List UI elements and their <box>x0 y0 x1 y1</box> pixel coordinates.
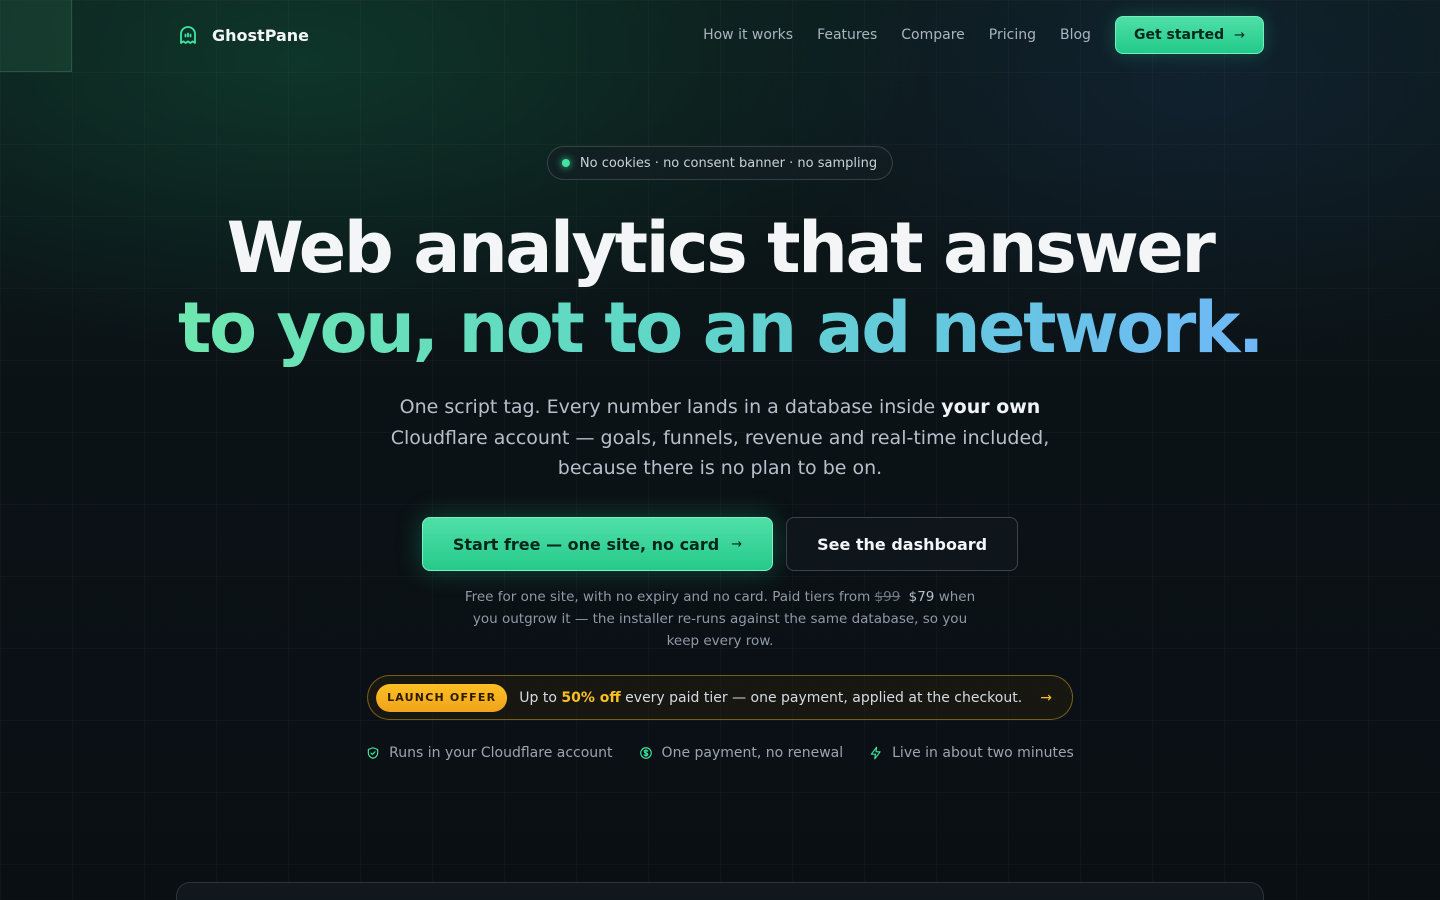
brand-name: GhostPane <box>212 25 310 45</box>
old-price: $99 <box>874 589 901 605</box>
hero-headline: Web analytics that answer to you, not to… <box>0 208 1440 368</box>
hero-subtitle: One script tag. Every number lands in a … <box>390 392 1050 484</box>
trust-label-setup: Live in about two minutes <box>892 745 1074 761</box>
cta-row: Start free — one site, no card → See the… <box>0 517 1440 571</box>
subtitle-part-1: One script tag. Every number lands in a … <box>399 396 942 418</box>
trust-item-setup: Live in about two minutes <box>869 745 1074 761</box>
privacy-pill-text: No cookies · no consent banner · no samp… <box>579 155 878 171</box>
trust-label-cloudflare: Runs in your Cloudflare account <box>389 745 613 761</box>
trust-label-payment: One payment, no renewal <box>661 745 844 761</box>
see-dashboard-button[interactable]: See the dashboard <box>786 517 1019 571</box>
headline-line-2: to you, not to an ad network. <box>178 287 1264 369</box>
fine-print-part-1: Free for one site, with no expiry and no… <box>464 589 875 605</box>
nav-link-how-it-works[interactable]: How it works <box>703 27 793 43</box>
headline-line-1: Web analytics that answer <box>226 207 1216 289</box>
top-nav: GhostPane How it works Features Compare … <box>176 16 1264 54</box>
dollar-circle-icon <box>639 747 652 759</box>
start-free-button[interactable]: Start free — one site, no card → <box>421 517 774 571</box>
arrow-right-icon: → <box>731 536 743 552</box>
get-started-button[interactable]: Get started → <box>1114 16 1264 54</box>
pricing-fine-print: Free for one site, with no expiry and no… <box>460 586 980 652</box>
status-dot-icon <box>561 159 570 167</box>
lightning-icon <box>870 746 881 760</box>
new-price: $79 <box>908 589 935 605</box>
offer-highlight: 50% off <box>561 689 621 706</box>
subtitle-part-2: Cloudflare account — goals, funnels, rev… <box>390 426 1050 480</box>
offer-text-before: Up to <box>519 689 562 706</box>
arrow-right-icon: → <box>1234 27 1245 43</box>
launch-offer-banner[interactable]: LAUNCH OFFER Up to 50% off every paid ti… <box>367 675 1073 720</box>
ghost-icon <box>176 23 200 47</box>
privacy-pill: No cookies · no consent banner · no samp… <box>546 146 894 180</box>
subtitle-bold: your own <box>941 396 1041 418</box>
trust-item-payment: One payment, no renewal <box>639 745 844 761</box>
brand[interactable]: GhostPane <box>176 23 309 47</box>
corner-decoration <box>0 0 72 72</box>
dashboard-preview-card <box>176 882 1264 900</box>
nav-link-features[interactable]: Features <box>817 27 877 43</box>
offer-text: Up to 50% off every paid tier — one paym… <box>519 690 1022 706</box>
shield-check-icon <box>367 747 379 759</box>
nav-link-pricing[interactable]: Pricing <box>989 27 1036 43</box>
nav-link-compare[interactable]: Compare <box>901 27 965 43</box>
start-free-label: Start free — one site, no card <box>452 534 720 554</box>
offer-text-after: every paid tier — one payment, applied a… <box>620 689 1023 706</box>
arrow-right-icon: → <box>1040 689 1052 706</box>
launch-offer-badge: LAUNCH OFFER <box>376 683 508 712</box>
trust-item-cloudflare: Runs in your Cloudflare account <box>366 745 613 761</box>
get-started-label: Get started <box>1133 27 1225 43</box>
nav-links: How it works Features Compare Pricing Bl… <box>703 16 1264 54</box>
nav-link-blog[interactable]: Blog <box>1060 27 1091 43</box>
trust-strip: Runs in your Cloudflare account One paym… <box>0 745 1440 761</box>
